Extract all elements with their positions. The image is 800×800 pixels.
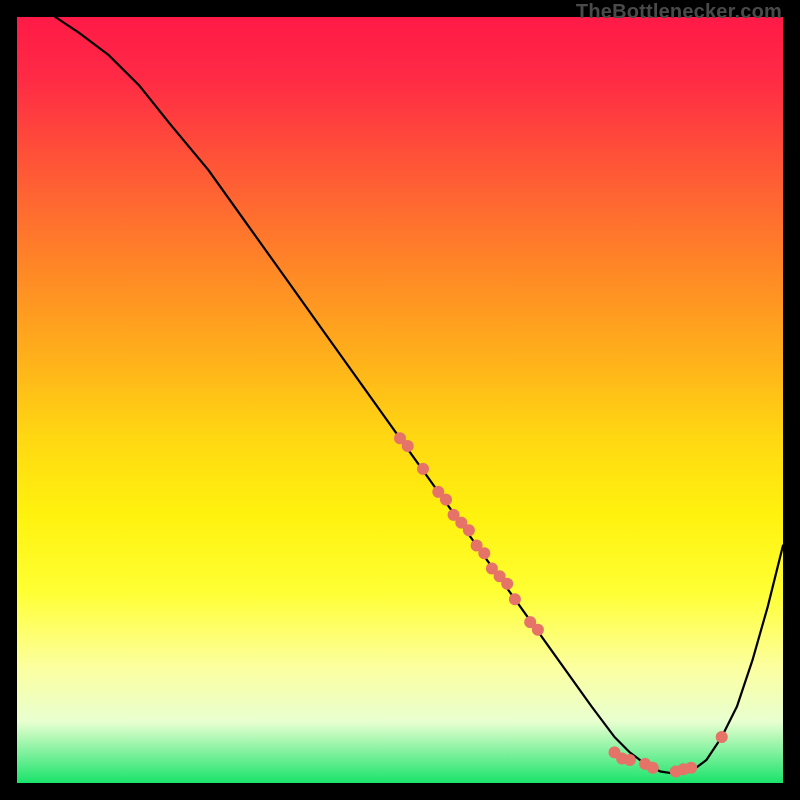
data-point xyxy=(509,593,521,605)
data-point xyxy=(417,463,429,475)
data-point xyxy=(624,754,636,766)
data-point xyxy=(501,578,513,590)
data-point xyxy=(716,731,728,743)
data-point xyxy=(440,494,452,506)
data-point xyxy=(685,762,697,774)
attribution-label: TheBottlenecker.com xyxy=(576,1,782,24)
data-point xyxy=(532,624,544,636)
data-point xyxy=(647,762,659,774)
bottleneck-curve xyxy=(55,17,783,774)
chart-svg xyxy=(17,17,783,783)
data-point xyxy=(478,547,490,559)
data-point xyxy=(463,524,475,536)
data-points xyxy=(394,432,728,777)
data-point xyxy=(402,440,414,452)
gradient-plot-area xyxy=(17,17,783,783)
